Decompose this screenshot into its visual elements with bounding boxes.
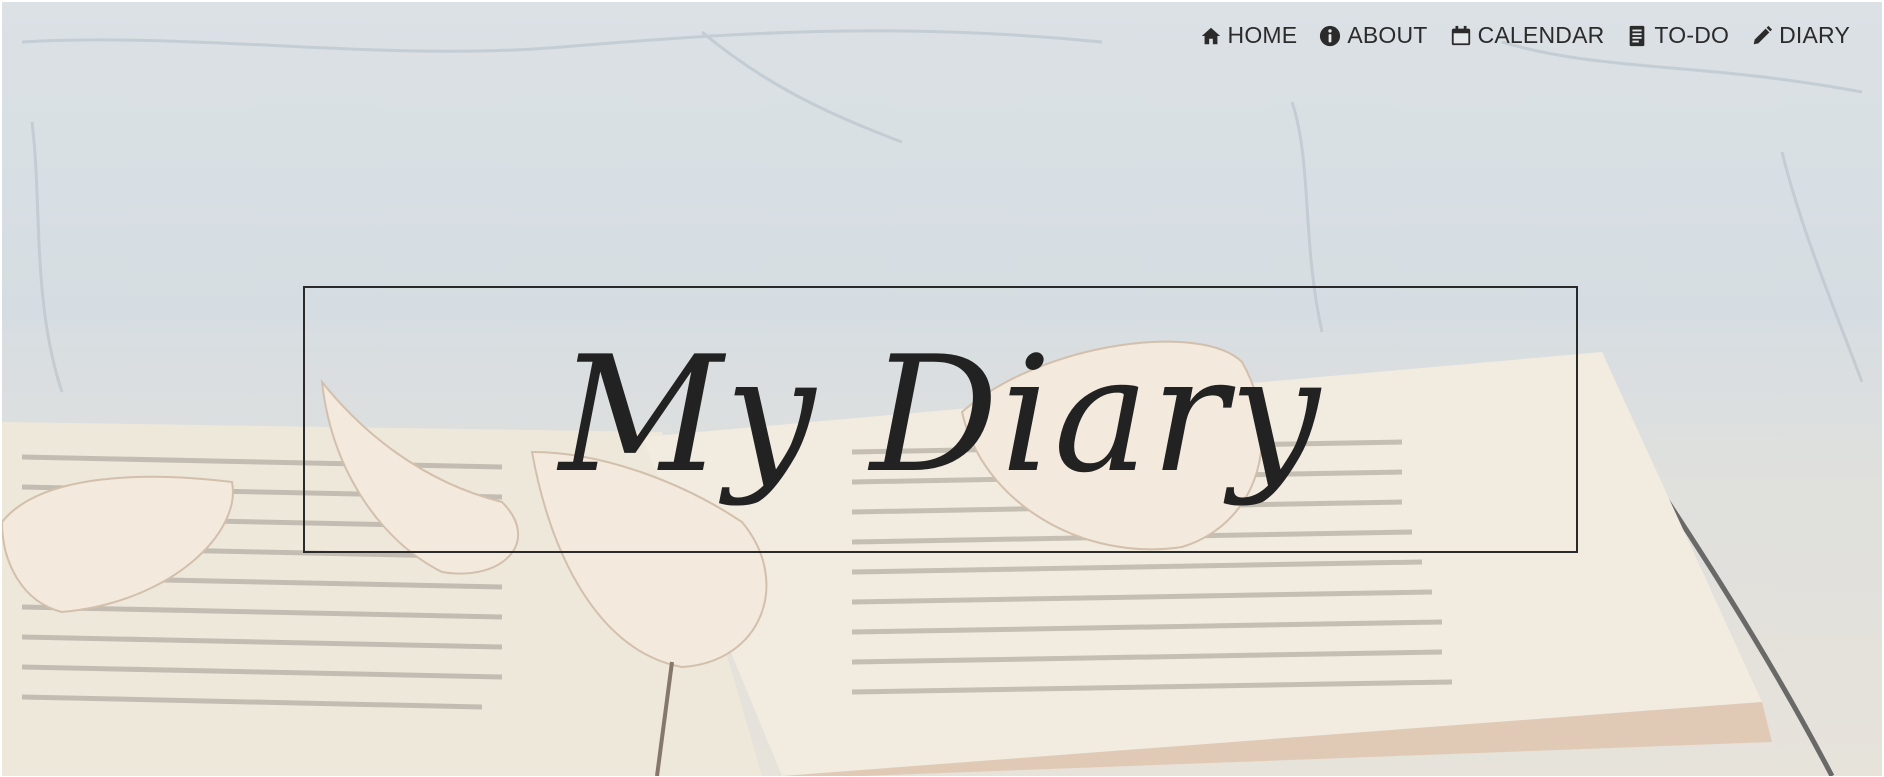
nav-label-todo: TO-DO: [1654, 22, 1730, 48]
home-icon: [1201, 27, 1220, 44]
nav-item-todo[interactable]: TO-DO: [1626, 22, 1729, 49]
main-nav: HOME ABOUT CALENDAR TO-DO DIARY: [1200, 22, 1850, 49]
calendar-icon: [1451, 25, 1470, 45]
info-icon: [1320, 25, 1341, 46]
nav-item-calendar[interactable]: CALENDAR: [1450, 22, 1605, 49]
nav-label-diary: DIARY: [1779, 22, 1850, 48]
nav-item-diary[interactable]: DIARY: [1751, 22, 1850, 49]
nav-item-about[interactable]: ABOUT: [1319, 22, 1427, 49]
page-title: My Diary: [559, 320, 1322, 508]
hero-banner: HOME ABOUT CALENDAR TO-DO DIARY My Diary: [2, 2, 1882, 776]
nav-item-home[interactable]: HOME: [1200, 22, 1298, 49]
list-icon: [1630, 25, 1645, 46]
pencil-icon: [1753, 25, 1773, 44]
nav-label-home: HOME: [1227, 22, 1298, 48]
title-frame: My Diary: [303, 286, 1578, 553]
nav-label-about: ABOUT: [1347, 22, 1428, 48]
nav-label-calendar: CALENDAR: [1477, 22, 1605, 48]
